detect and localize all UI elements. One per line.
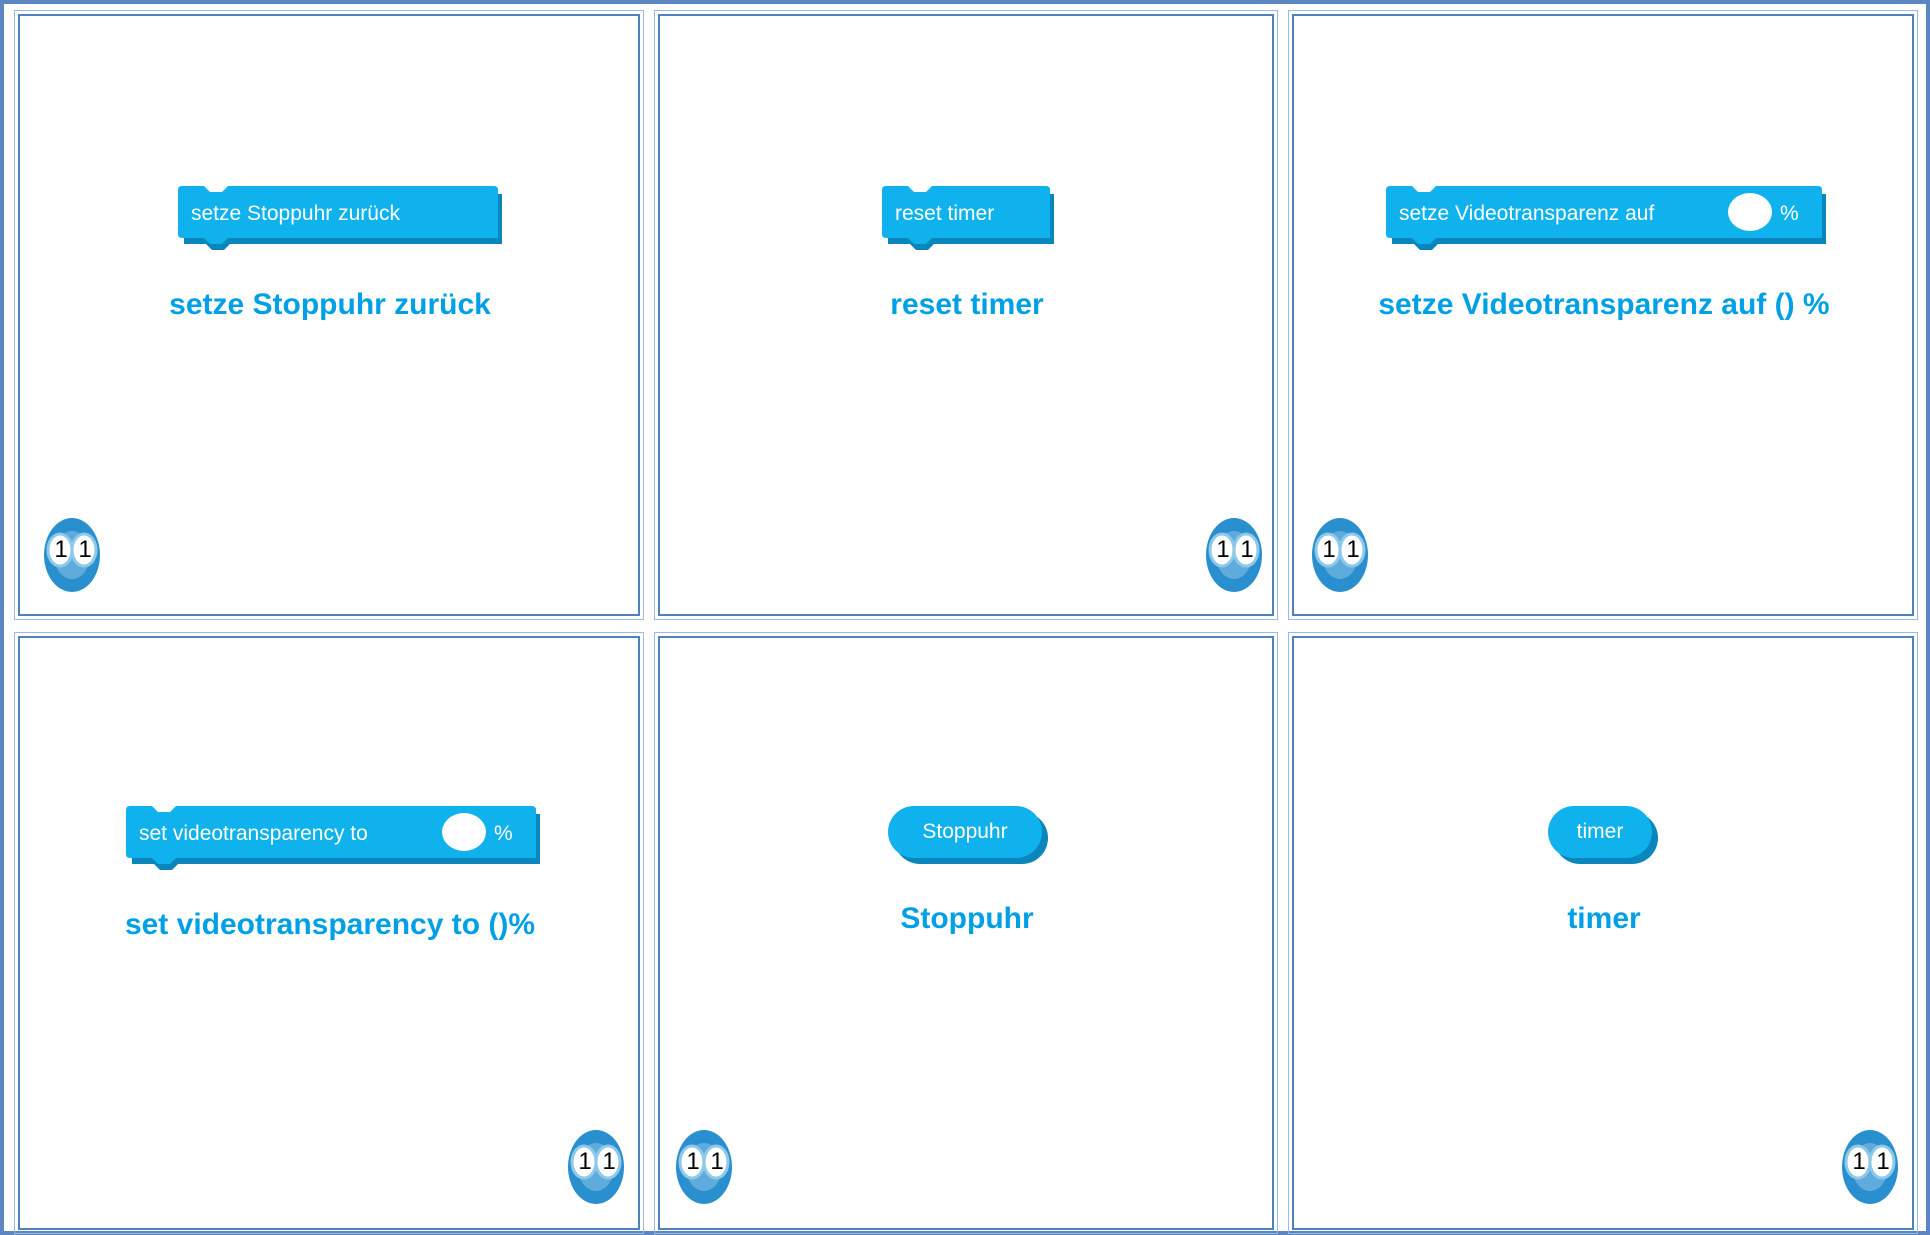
block-caption: setze Videotransparenz auf () % — [1378, 288, 1830, 321]
badge-digit: 1 — [578, 1148, 592, 1175]
cell-5: Stoppuhr Stoppuhr 1 1 — [654, 632, 1278, 1234]
block-label: timer — [1576, 820, 1624, 843]
stack-block-shape[interactable] — [178, 186, 508, 266]
scratch-extension-icon — [1842, 1130, 1898, 1204]
cell-1: setze Stoppuhr zurück setze Stoppuhr zur… — [14, 10, 644, 620]
stack-block-shape[interactable] — [882, 186, 1060, 266]
badge-digit: 1 — [686, 1148, 700, 1175]
block-caption: timer — [1567, 902, 1641, 935]
cell-3: setze Videotransparenz auf % setze Video… — [1288, 10, 1918, 620]
badge-digit: 1 — [1346, 536, 1360, 563]
scratch-extension-icon — [1206, 518, 1262, 592]
block-label: setze Stoppuhr zurück — [191, 202, 400, 225]
scratch-extension-icon — [1312, 518, 1368, 592]
block-label: set videotransparency to — [139, 822, 368, 845]
badge-digit: 1 — [78, 536, 92, 563]
block-label: setze Videotransparenz auf — [1399, 202, 1655, 225]
cell-6: timer timer 1 1 — [1288, 632, 1918, 1234]
block-label: Stoppuhr — [922, 820, 1008, 843]
scratch-extension-icon — [568, 1130, 624, 1204]
block-caption: Stoppuhr — [900, 902, 1034, 935]
badge-digit: 1 — [1322, 536, 1336, 563]
scratch-extension-icon — [676, 1130, 732, 1204]
badge-digit: 1 — [1216, 536, 1230, 563]
number-input-slot — [442, 813, 486, 851]
badge-digit: 1 — [54, 536, 68, 563]
block-suffix: % — [1780, 202, 1799, 225]
cell-4: set videotransparency to % set videotran… — [14, 632, 644, 1234]
badge-digit: 1 — [1852, 1148, 1866, 1175]
block-label: reset timer — [895, 202, 995, 225]
badge-digit: 1 — [1876, 1148, 1890, 1175]
stack-block-shape[interactable] — [1386, 186, 1832, 266]
block-caption: reset timer — [890, 288, 1044, 321]
block-caption: set videotransparency to ()% — [124, 908, 536, 941]
number-input-slot — [1728, 193, 1772, 231]
badge-digit: 1 — [1240, 536, 1254, 563]
cell-2: reset timer reset timer 1 1 — [654, 10, 1278, 620]
badge-digit: 1 — [602, 1148, 616, 1175]
scratch-extension-icon — [44, 518, 100, 592]
badge-digit: 1 — [710, 1148, 724, 1175]
block-suffix: % — [494, 822, 513, 845]
block-caption: setze Stoppuhr zurück — [169, 288, 491, 321]
stack-block-shape[interactable] — [126, 806, 546, 886]
